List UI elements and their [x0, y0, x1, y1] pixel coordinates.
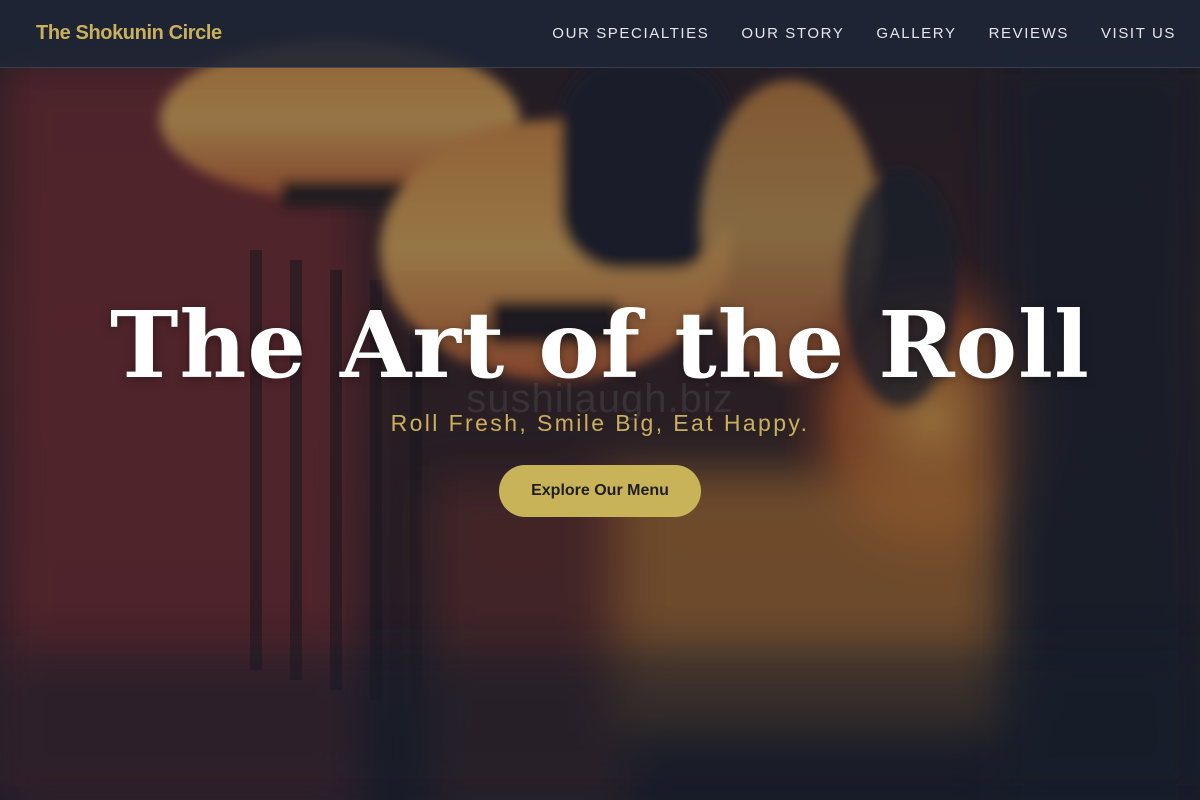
top-navbar: The Shokunin Circle OUR SPECIALTIES OUR …: [0, 0, 1200, 68]
hero-subtitle: Roll Fresh, Smile Big, Eat Happy.: [390, 410, 810, 436]
nav-link-our-specialties[interactable]: OUR SPECIALTIES: [552, 25, 709, 42]
explore-menu-button[interactable]: Explore Our Menu: [499, 465, 701, 517]
nav-link-reviews[interactable]: REVIEWS: [989, 25, 1069, 42]
hero-section: The Art of the Roll Roll Fresh, Smile Bi…: [0, 290, 1200, 517]
nav-link-visit-us[interactable]: VISIT US: [1101, 25, 1176, 42]
hero-title: The Art of the Roll: [110, 291, 1090, 399]
nav-link-our-story[interactable]: OUR STORY: [741, 25, 844, 42]
nav-link-gallery[interactable]: GALLERY: [876, 25, 956, 42]
nav-links: OUR SPECIALTIES OUR STORY GALLERY REVIEW…: [552, 25, 1176, 43]
brand-logo-text[interactable]: The Shokunin Circle: [36, 22, 222, 45]
